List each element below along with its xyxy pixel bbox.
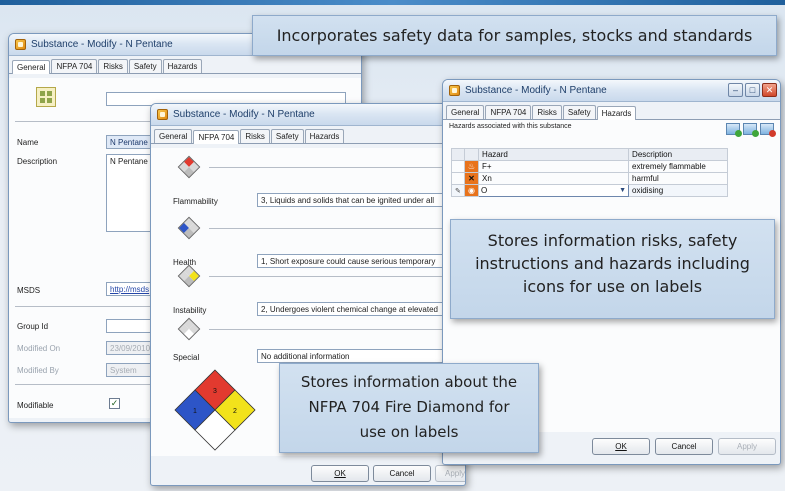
chevron-down-icon[interactable]: ▼ — [619, 187, 626, 194]
tab-hazards[interactable]: Hazards — [304, 129, 345, 143]
maximize-icon[interactable]: □ — [745, 83, 760, 97]
flammability-label: Flammability — [173, 197, 218, 206]
hazard-code[interactable]: Xn — [478, 172, 630, 185]
tab-nfpa[interactable]: NFPA 704 — [485, 105, 532, 119]
title-bar[interactable]: Substance - Modify - N Pentane — [151, 104, 465, 126]
risks-callout-text: Stores information risks, safety instruc… — [475, 231, 750, 296]
banner-callout: Incorporates safety data for samples, st… — [252, 15, 777, 56]
edit-row-pencil-icon: ✎ — [451, 184, 465, 197]
tab-hazards[interactable]: Hazards — [162, 59, 203, 73]
hazard-code: O — [481, 186, 488, 195]
risks-callout: Stores information risks, safety instruc… — [450, 219, 775, 319]
description-label: Description — [17, 157, 58, 166]
group-id-label: Group Id — [17, 322, 49, 331]
window-controls: – □ ✕ — [726, 83, 777, 97]
window-title: Substance - Modify - N Pentane — [31, 39, 173, 50]
apply-button[interactable]: Apply — [718, 438, 776, 455]
table-row[interactable]: ✎ ◉ O ▼ oxidising — [451, 184, 728, 197]
msds-label: MSDS — [17, 286, 41, 295]
nfpa-callout: Stores information about the NFPA 704 Fi… — [279, 363, 539, 453]
special-diamond-icon — [177, 317, 201, 341]
add-row-icon[interactable] — [726, 123, 742, 137]
divider — [209, 167, 459, 168]
top-accent-bar — [0, 0, 785, 5]
instability-number: 2 — [233, 408, 237, 415]
health-select[interactable]: 1, Short exposure could cause serious te… — [257, 254, 457, 268]
minimize-icon[interactable]: – — [728, 83, 743, 97]
modifiable-checkbox[interactable]: ✓ — [109, 398, 120, 409]
flammability-diamond-icon — [177, 155, 201, 179]
tab-nfpa[interactable]: NFPA 704 — [51, 59, 98, 73]
app-icon — [449, 85, 460, 96]
delete-row-icon[interactable] — [760, 123, 776, 137]
tab-hazards[interactable]: Hazards — [596, 106, 637, 120]
table-header-row: Hazard Description — [451, 148, 728, 161]
substance-icon — [36, 87, 56, 107]
divider — [209, 228, 459, 229]
instability-label: Instability — [173, 306, 207, 315]
column-header-hazard[interactable]: Hazard — [478, 148, 630, 161]
health-label: Health — [173, 258, 197, 267]
table-row[interactable]: ✕ Xn harmful — [451, 172, 728, 185]
tab-strip: General NFPA 704 Risks Safety Hazards — [9, 56, 361, 74]
tab-safety[interactable]: Safety — [128, 59, 162, 73]
cancel-button[interactable]: Cancel — [373, 465, 431, 482]
cross-icon: ✕ — [463, 172, 480, 185]
apply-button[interactable]: Apply — [435, 465, 465, 482]
nfpa-callout-text: Stores information about the NFPA 704 Fi… — [300, 373, 518, 441]
ok-button[interactable]: OK — [311, 465, 369, 482]
hazards-caption: Hazards associated with this substance — [449, 123, 572, 130]
oxidiser-icon: ◉ — [463, 184, 480, 197]
hazard-description: extremely flammable — [628, 160, 728, 173]
tab-general[interactable]: General — [12, 60, 51, 74]
title-bar[interactable]: Substance - Modify - N Pentane – □ ✕ — [443, 80, 780, 102]
edit-row-icon[interactable] — [743, 123, 759, 137]
app-icon — [15, 39, 26, 50]
tab-general[interactable]: General — [446, 105, 485, 119]
hazard-description: harmful — [628, 172, 728, 185]
tab-strip: General NFPA 704 Risks Safety Hazards — [151, 126, 465, 144]
table-row[interactable]: ♨ F+ extremely flammable — [451, 160, 728, 173]
tab-risks[interactable]: Risks — [240, 129, 270, 143]
instability-select[interactable]: 2, Undergoes violent chemical change at … — [257, 302, 457, 316]
special-label: Special — [173, 353, 200, 362]
name-label: Name — [17, 138, 39, 147]
window-title: Substance - Modify - N Pentane — [465, 85, 607, 96]
cancel-button[interactable]: Cancel — [655, 438, 713, 455]
health-diamond-icon — [177, 216, 201, 240]
tab-safety[interactable]: Safety — [562, 105, 596, 119]
tab-risks[interactable]: Risks — [98, 59, 128, 73]
app-icon — [157, 109, 168, 120]
hazards-table: Hazard Description ♨ F+ extremely flamma… — [451, 148, 728, 197]
hazard-code-dropdown[interactable]: O ▼ — [478, 184, 630, 197]
flammability-number: 3 — [213, 388, 217, 395]
instability-diamond-icon — [177, 264, 201, 288]
close-icon[interactable]: ✕ — [762, 83, 777, 97]
tab-safety[interactable]: Safety — [270, 129, 304, 143]
flammability-select[interactable]: 3, Liquids and solids that can be ignite… — [257, 193, 457, 207]
window-title: Substance - Modify - N Pentane — [173, 109, 315, 120]
tab-general[interactable]: General — [154, 129, 193, 143]
modified-by-label: Modified By — [17, 366, 59, 375]
hazard-description: oxidising — [628, 184, 728, 197]
column-header-description[interactable]: Description — [628, 148, 728, 161]
ok-button[interactable]: OK — [592, 438, 650, 455]
tab-strip: General NFPA 704 Risks Safety Hazards — [443, 102, 780, 120]
health-number: 1 — [193, 408, 197, 415]
divider — [209, 276, 459, 277]
flame-icon: ♨ — [463, 160, 480, 173]
special-select[interactable]: No additional information — [257, 349, 457, 363]
hazard-code[interactable]: F+ — [478, 160, 630, 173]
modifiable-label: Modifiable — [17, 401, 54, 410]
banner-text: Incorporates safety data for samples, st… — [276, 26, 753, 45]
tab-risks[interactable]: Risks — [532, 105, 562, 119]
grid-toolbar — [726, 123, 776, 137]
modified-on-label: Modified On — [17, 344, 61, 353]
tab-nfpa[interactable]: NFPA 704 — [193, 130, 240, 144]
divider — [209, 329, 459, 330]
nfpa-fire-diamond: 3 1 2 — [174, 369, 256, 451]
